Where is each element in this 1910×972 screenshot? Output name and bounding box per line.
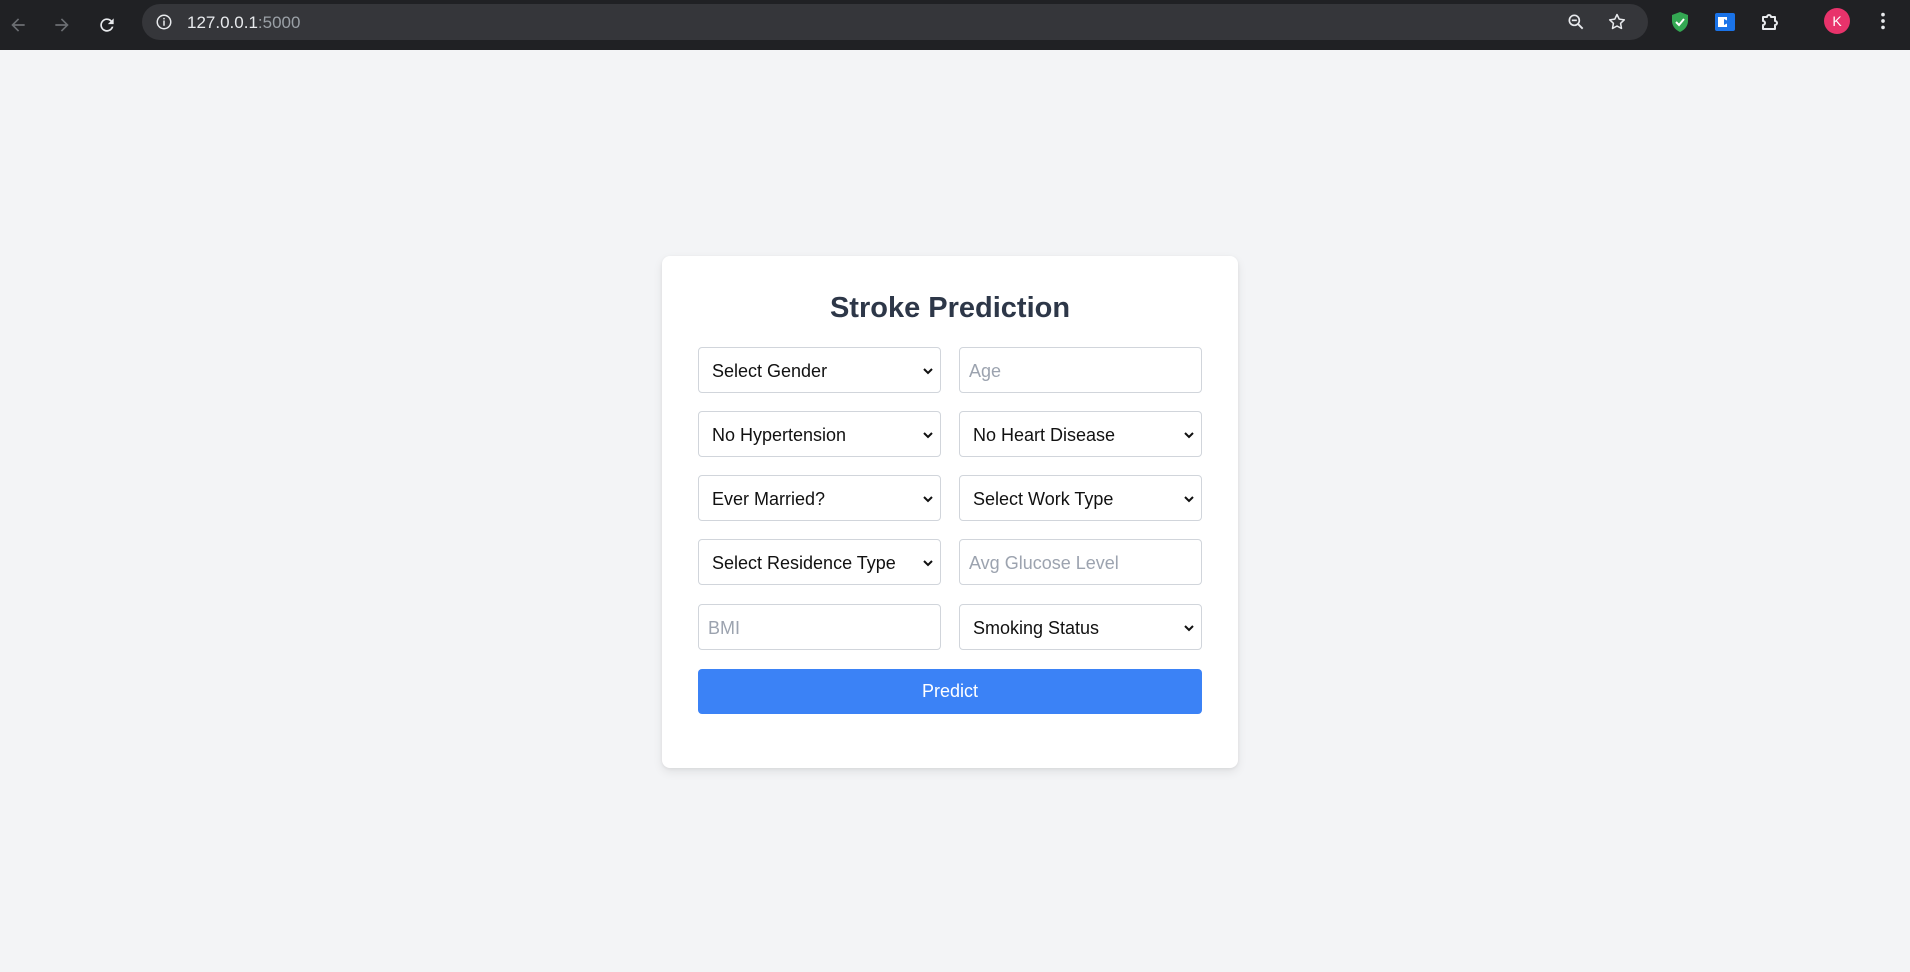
shield-check-icon [1672,12,1688,32]
chevron-down-icon [923,432,933,439]
chevron-down-icon [1184,432,1194,439]
work-type-select-value: Select Work Type [973,489,1114,509]
bookmark-button[interactable] [1605,10,1629,34]
bmi-input-placeholder: BMI [708,618,741,638]
arrow-right-icon [55,18,69,32]
url-port: :5000 [257,13,301,32]
age-input-placeholder: Age [969,361,1002,381]
residence-type-select-value: Select Residence Type [712,553,896,573]
site-info-button[interactable] [150,8,178,36]
chevron-down-icon [923,560,933,567]
forward-button[interactable] [44,7,80,43]
shield-extension-button[interactable] [1667,9,1693,35]
chevron-down-icon [1184,625,1194,632]
chevron-down-icon [923,368,933,375]
ever-married-select-value: Ever Married? [712,489,826,509]
hypertension-select-value: No Hypertension [712,425,847,445]
heart-disease-select-value: No Heart Disease [973,425,1116,445]
prediction-card: Stroke Prediction Select Gender Age No H… [662,256,1238,768]
url-text: 127.0.0.1:5000 [187,13,300,33]
profile-avatar[interactable]: K [1824,8,1850,34]
smoking-status-select[interactable]: Smoking Status [959,604,1202,650]
zoom-button[interactable] [1564,10,1588,34]
avg-glucose-input-placeholder: Avg Glucose Level [969,553,1119,573]
hypertension-select[interactable]: No Hypertension [698,411,941,457]
star-icon [1608,13,1626,30]
browser-toolbar: 127.0.0.1:5000 K [0,0,1910,50]
back-button[interactable] [0,7,36,43]
more-vertical-icon [1881,12,1885,30]
translate-extension-button[interactable] [1712,9,1738,35]
reload-icon [100,18,114,32]
predict-button[interactable]: Predict [698,669,1202,714]
avg-glucose-input[interactable]: Avg Glucose Level [959,539,1202,585]
bmi-input[interactable]: BMI [698,604,941,650]
chevron-down-icon [1184,496,1194,503]
arrow-left-icon [11,18,25,32]
reload-button[interactable] [89,7,125,43]
extension-app-icon [1715,13,1735,31]
browser-menu-button[interactable] [1870,8,1896,34]
gender-select[interactable]: Select Gender [698,347,941,393]
extensions-button[interactable] [1758,9,1784,35]
age-input[interactable]: Age [959,347,1202,393]
url-host: 127.0.0.1 [187,13,258,32]
page-title: Stroke Prediction [829,292,1071,324]
chevron-down-icon [923,496,933,503]
gender-select-value: Select Gender [712,361,828,381]
smoking-status-select-value: Smoking Status [973,618,1100,638]
work-type-select[interactable]: Select Work Type [959,475,1202,521]
ever-married-select[interactable]: Ever Married? [698,475,941,521]
address-bar[interactable]: 127.0.0.1:5000 [142,4,1648,40]
zoom-out-icon [1568,14,1584,30]
info-icon [156,14,172,30]
heart-disease-select[interactable]: No Heart Disease [959,411,1202,457]
puzzle-icon [1762,14,1778,30]
residence-type-select[interactable]: Select Residence Type [698,539,941,585]
